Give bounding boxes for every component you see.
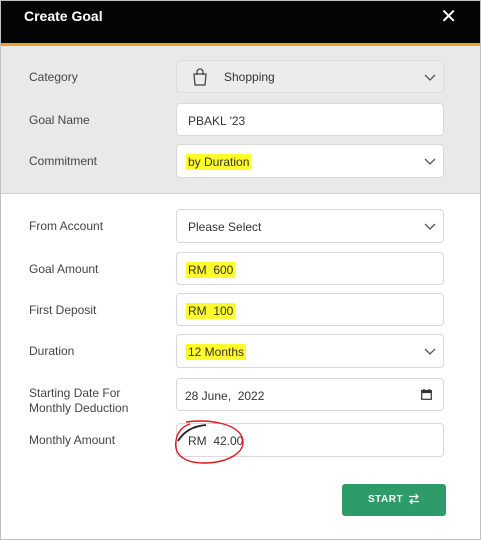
- first-deposit-input[interactable]: RM 100: [176, 293, 444, 326]
- first-deposit-label: First Deposit: [29, 303, 97, 317]
- first-deposit-value: RM 100: [186, 303, 236, 319]
- category-select[interactable]: Shopping: [176, 60, 444, 93]
- calendar-icon[interactable]: [421, 389, 432, 400]
- category-label: Category: [29, 70, 78, 84]
- goal-amount-input[interactable]: RM 600: [176, 252, 444, 285]
- from-account-select[interactable]: Please Select: [176, 209, 444, 243]
- monthly-amount-label: Monthly Amount: [29, 433, 116, 447]
- goal-amount-value: RM 600: [186, 262, 236, 278]
- goal-name-value: PBAKL '23: [188, 114, 246, 128]
- red-circle-annotation: [175, 420, 244, 464]
- commitment-label: Commitment: [29, 154, 98, 168]
- chevron-down-icon: [424, 74, 436, 81]
- starting-date-label-line1: Starting Date For: [29, 386, 121, 400]
- start-button[interactable]: START: [342, 484, 446, 516]
- goal-amount-label: Goal Amount: [29, 262, 99, 276]
- swap-arrows-icon: [409, 493, 419, 505]
- close-icon[interactable]: ✕: [440, 4, 457, 29]
- chevron-down-icon: [424, 158, 436, 165]
- from-account-label: From Account: [29, 219, 104, 233]
- start-button-label: START: [368, 494, 404, 505]
- dialog-title: Create Goal: [24, 8, 103, 24]
- goal-name-label: Goal Name: [29, 113, 90, 127]
- chevron-down-icon: [424, 223, 436, 230]
- duration-label: Duration: [29, 344, 75, 358]
- goal-name-input[interactable]: PBAKL '23: [176, 103, 444, 136]
- commitment-select[interactable]: by Duration: [176, 144, 444, 178]
- category-value: Shopping: [224, 70, 275, 84]
- starting-date-input[interactable]: 28 June, 2022: [176, 378, 444, 411]
- starting-date-value: 28 June, 2022: [185, 389, 265, 403]
- commitment-value: by Duration: [186, 154, 252, 170]
- starting-date-label-line2: Monthly Deduction: [29, 401, 129, 415]
- shopping-bag-icon: [193, 68, 207, 86]
- from-account-value: Please Select: [188, 220, 262, 234]
- dialog-header: Create Goal ✕: [0, 0, 481, 43]
- chevron-down-icon: [424, 348, 436, 355]
- duration-select[interactable]: 12 Months: [176, 334, 444, 368]
- duration-value: 12 Months: [186, 344, 247, 360]
- section-divider: [0, 193, 481, 194]
